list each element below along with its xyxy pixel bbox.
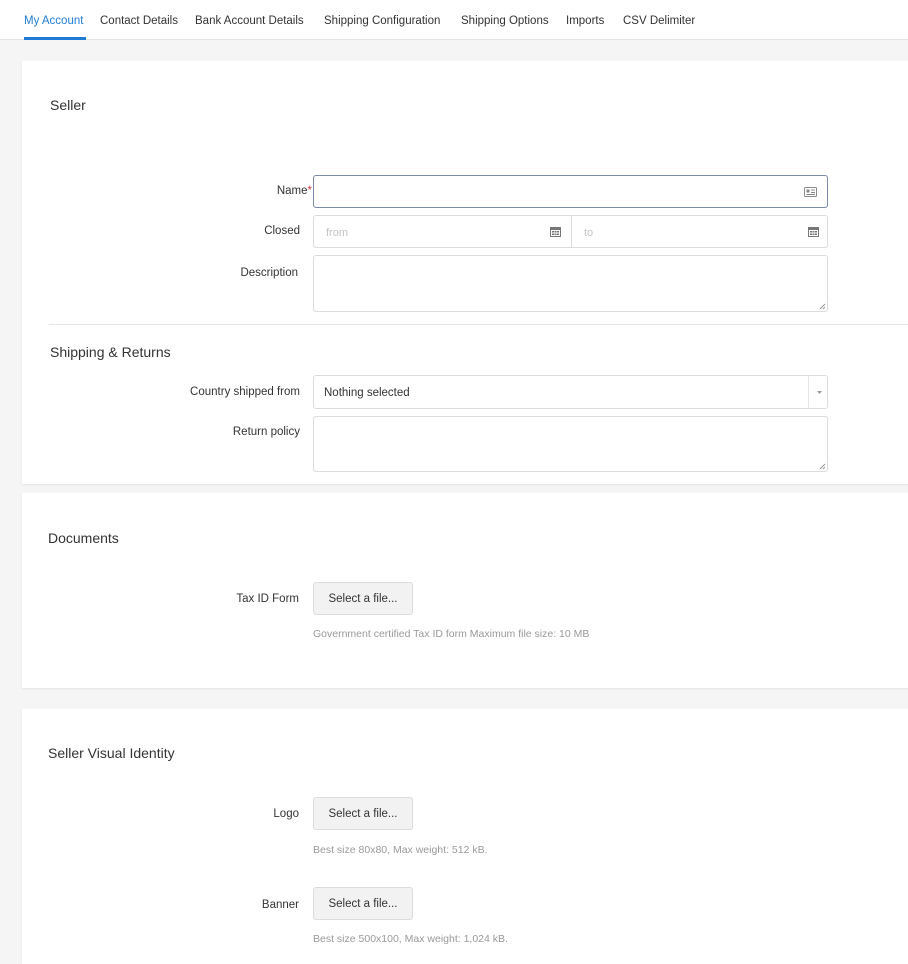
logo-help-text: Best size 80x80, Max weight: 512 kB. — [313, 844, 488, 856]
tab-shipping-configuration[interactable]: Shipping Configuration — [324, 15, 440, 27]
tab-my-account[interactable]: My Account — [24, 15, 83, 27]
country-select[interactable]: Nothing selected — [313, 375, 828, 409]
seller-card: Seller Name* Closed from to Description … — [22, 61, 908, 484]
tab-imports[interactable]: Imports — [566, 15, 604, 27]
active-tab-indicator — [24, 37, 86, 40]
description-label: Description — [240, 267, 298, 279]
resize-handle-icon — [819, 463, 826, 470]
resize-handle-icon — [819, 303, 826, 310]
id-card-icon — [804, 187, 817, 197]
logo-select-file-button[interactable]: Select a file... — [313, 797, 413, 830]
tab-bank-account-details[interactable]: Bank Account Details — [195, 15, 304, 27]
visual-identity-card: Seller Visual Identity Logo Select a fil… — [22, 709, 908, 964]
documents-section-title: Documents — [48, 530, 119, 546]
tax-id-help-text: Government certified Tax ID form Maximum… — [313, 628, 590, 640]
name-field[interactable] — [313, 175, 828, 208]
return-policy-label: Return policy — [232, 426, 300, 438]
calendar-icon — [550, 227, 561, 237]
country-selected-value: Nothing selected — [324, 387, 410, 399]
caret-down-icon — [817, 391, 822, 394]
logo-label: Logo — [273, 808, 299, 820]
tax-id-label: Tax ID Form — [236, 593, 299, 605]
description-textarea[interactable] — [313, 255, 828, 312]
name-label: Name* — [276, 185, 312, 197]
banner-help-text: Best size 500x100, Max weight: 1,024 kB. — [313, 933, 508, 945]
tab-contact-details[interactable]: Contact Details — [100, 15, 178, 27]
section-divider — [49, 324, 908, 325]
shipping-section-title: Shipping & Returns — [50, 344, 171, 360]
closed-to-field[interactable]: to — [571, 215, 828, 248]
tab-csv-delimiter[interactable]: CSV Delimiter — [623, 15, 695, 27]
tab-bar: My Account Contact Details Bank Account … — [0, 0, 908, 40]
closed-from-field[interactable]: from — [313, 215, 572, 248]
return-policy-textarea[interactable] — [313, 416, 828, 472]
closed-from-placeholder: from — [326, 227, 348, 239]
tab-shipping-options[interactable]: Shipping Options — [461, 15, 549, 27]
closed-to-placeholder: to — [584, 227, 594, 239]
banner-label: Banner — [261, 899, 299, 911]
documents-card: Documents Tax ID Form Select a file... G… — [22, 493, 908, 688]
banner-select-file-button[interactable]: Select a file... — [313, 887, 413, 920]
visual-identity-section-title: Seller Visual Identity — [48, 745, 175, 761]
seller-section-title: Seller — [50, 97, 86, 113]
tax-id-select-file-button[interactable]: Select a file... — [313, 582, 413, 615]
country-label: Country shipped from — [190, 386, 300, 398]
calendar-icon — [808, 227, 819, 237]
closed-label: Closed — [264, 225, 300, 237]
required-marker: * — [307, 185, 312, 197]
